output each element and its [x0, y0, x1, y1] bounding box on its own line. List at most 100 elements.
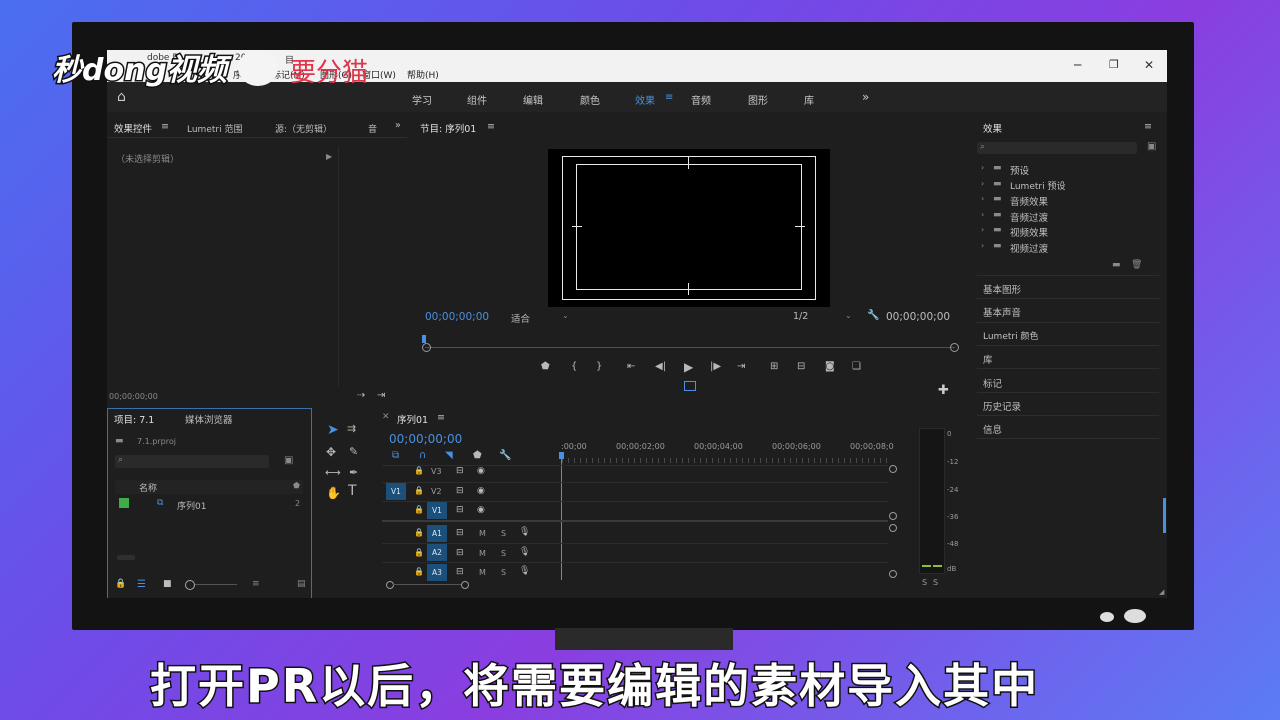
tab-audio[interactable]: 音: [368, 122, 377, 135]
button-editor-plus-icon[interactable]: ✚: [938, 383, 949, 398]
program-playhead[interactable]: [422, 335, 426, 343]
effects-panel-menu-icon[interactable]: ≡: [1144, 121, 1152, 132]
tab-source[interactable]: 源:（无剪辑）: [275, 122, 332, 135]
vertical-scroll-handle[interactable]: [889, 524, 897, 532]
comparison-view-icon[interactable]: ❏: [852, 361, 861, 372]
safe-margins-icon[interactable]: [684, 381, 696, 391]
track-label-a2[interactable]: A2: [427, 544, 447, 561]
scrub-start-handle[interactable]: [422, 343, 431, 352]
folder-audio-transitions[interactable]: 音频过渡: [1010, 210, 1048, 224]
pen-tool-icon[interactable]: ✒: [349, 466, 358, 479]
timeline-tab[interactable]: 序列01: [397, 412, 428, 426]
sync-lock-icon[interactable]: ⊟: [456, 528, 464, 538]
project-item-name[interactable]: 序列01: [177, 499, 206, 512]
restore-icon[interactable]: ❐: [1109, 58, 1119, 71]
lock-icon[interactable]: 🔒: [115, 579, 126, 589]
workspace-audio[interactable]: 音频: [691, 92, 711, 107]
scrub-bar[interactable]: [425, 347, 955, 348]
section-libraries[interactable]: 库: [983, 352, 993, 366]
new-folder-icon[interactable]: ▬: [1112, 260, 1121, 270]
new-item-icon[interactable]: ▤: [297, 579, 306, 589]
camera-icon[interactable]: ◙: [825, 361, 835, 372]
vertical-scroll-handle[interactable]: [889, 570, 897, 578]
play-icon[interactable]: ▶: [684, 360, 693, 374]
new-bin-icon[interactable]: ▣: [284, 455, 293, 466]
folder-video-effects[interactable]: 视频效果: [1010, 225, 1048, 239]
track-select-tool-icon[interactable]: ⇉: [347, 422, 356, 435]
add-marker-icon[interactable]: ⬟: [473, 450, 482, 461]
section-essential-sound[interactable]: 基本声音: [983, 305, 1021, 319]
mark-in-icon[interactable]: {: [571, 361, 577, 372]
workspace-more-icon[interactable]: »: [862, 90, 869, 104]
panel-scrollbar[interactable]: [1163, 498, 1166, 533]
project-scrollbar[interactable]: [117, 555, 135, 560]
ripple-edit-tool-icon[interactable]: ✥: [326, 445, 336, 459]
minimize-icon[interactable]: ─: [1074, 58, 1081, 72]
playhead-timecode[interactable]: 00;00;00;00: [425, 311, 489, 323]
horizontal-scroll-start[interactable]: [386, 581, 394, 589]
export-icon[interactable]: ⇥: [377, 390, 385, 401]
timeline-timecode[interactable]: 00;00;00;00: [389, 432, 462, 446]
voiceover-mic-icon[interactable]: 🎙: [519, 547, 530, 557]
mute-button[interactable]: M: [479, 549, 486, 558]
horizontal-scroll-end[interactable]: [461, 581, 469, 589]
folder-arrow-icon[interactable]: ›: [981, 163, 984, 172]
workspace-graphics[interactable]: 图形: [748, 92, 768, 107]
effects-search-input[interactable]: [977, 142, 1137, 154]
column-name[interactable]: 名称: [139, 481, 157, 494]
toggle-output-eye-icon[interactable]: ◉: [477, 466, 485, 476]
program-tab-menu-icon[interactable]: ≡: [487, 121, 495, 132]
solo-button[interactable]: S: [501, 568, 506, 577]
section-info[interactable]: 信息: [983, 422, 1002, 436]
expand-arrow-icon[interactable]: ▶: [326, 152, 332, 161]
track-lock-icon[interactable]: 🔒: [414, 466, 424, 475]
linked-selection-icon[interactable]: ◥: [445, 450, 453, 461]
nest-icon[interactable]: ⧉: [392, 450, 399, 461]
toggle-output-eye-icon[interactable]: ◉: [477, 505, 485, 515]
lift-icon[interactable]: ⊞: [770, 361, 778, 372]
go-to-out-icon[interactable]: ⇥: [737, 361, 745, 372]
tab-media-browser[interactable]: 媒体浏览器: [185, 412, 233, 426]
panel-more-icon[interactable]: »: [395, 120, 401, 131]
fit-chevron-down-icon[interactable]: ⌄: [562, 311, 569, 320]
icon-view-icon[interactable]: ■: [163, 579, 172, 589]
meter-solo-right[interactable]: S: [933, 578, 938, 587]
go-to-in-icon[interactable]: ⇤: [627, 361, 635, 372]
selection-tool-icon[interactable]: ➤: [327, 422, 339, 438]
track-lock-icon[interactable]: 🔒: [414, 505, 424, 514]
track-label-a1[interactable]: A1: [427, 525, 447, 542]
track-lock-icon[interactable]: 🔒: [414, 528, 424, 537]
mute-button[interactable]: M: [479, 529, 486, 538]
tab-lumetri-scopes[interactable]: Lumetri 范围: [187, 122, 242, 135]
tab-project[interactable]: 项目: 7.1: [114, 412, 154, 426]
section-lumetri-color[interactable]: Lumetri 颜色: [983, 329, 1038, 342]
section-essential-graphics[interactable]: 基本图形: [983, 282, 1021, 296]
mute-button[interactable]: M: [479, 568, 486, 577]
workspace-editing[interactable]: 编辑: [523, 92, 543, 107]
track-label-a3[interactable]: A3: [427, 564, 447, 581]
close-icon[interactable]: ✕: [1144, 58, 1154, 72]
section-markers[interactable]: 标记: [983, 376, 1002, 390]
delete-icon[interactable]: 🗑: [1131, 260, 1142, 270]
folder-presets[interactable]: 预设: [1010, 163, 1029, 177]
folder-lumetri-presets[interactable]: Lumetri 预设: [1010, 179, 1065, 192]
tab-menu-icon[interactable]: ≡: [161, 121, 169, 132]
resize-grip-icon[interactable]: ◢: [1159, 588, 1164, 596]
timeline-tab-menu-icon[interactable]: ≡: [437, 412, 445, 423]
extract-icon[interactable]: ⊟: [797, 361, 805, 372]
workspace-effects[interactable]: 效果: [635, 92, 655, 107]
tab-effect-controls[interactable]: 效果控件: [114, 121, 152, 135]
step-forward-icon[interactable]: |▶: [710, 361, 721, 372]
folder-arrow-icon[interactable]: ›: [981, 210, 984, 219]
menu-help[interactable]: 帮助(H): [407, 68, 439, 81]
timeline-settings-wrench-icon[interactable]: 🔧: [499, 450, 511, 461]
program-tab[interactable]: 节目: 序列01: [420, 121, 476, 135]
resolution-chevron-down-icon[interactable]: ⌄: [845, 311, 852, 320]
horizontal-scrollbar[interactable]: [393, 584, 461, 585]
track-lock-icon[interactable]: 🔒: [414, 567, 424, 576]
hand-tool-icon[interactable]: ✋: [326, 486, 341, 500]
vertical-scroll-handle[interactable]: [889, 465, 897, 473]
snap-icon[interactable]: ∩: [419, 450, 426, 461]
razor-tool-icon[interactable]: ✎: [349, 445, 358, 458]
sync-lock-icon[interactable]: ⊟: [456, 505, 464, 515]
